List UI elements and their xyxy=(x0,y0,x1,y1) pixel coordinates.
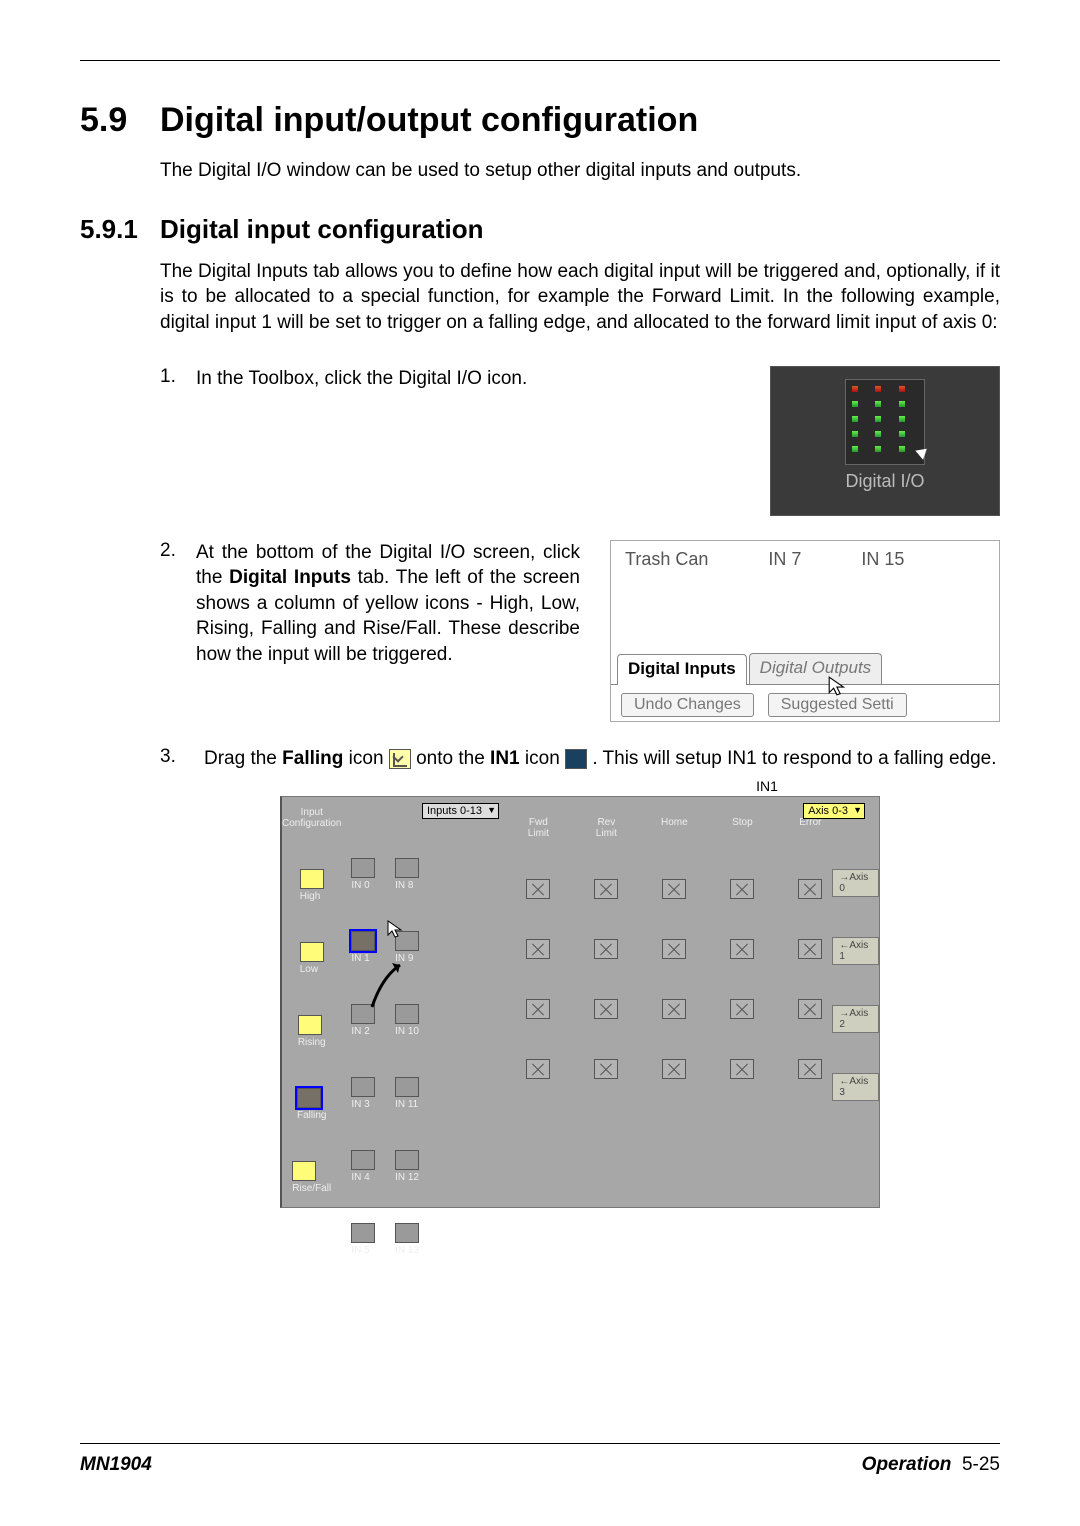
step1-text: In the Toolbox, click the Digital I/O ic… xyxy=(196,366,580,392)
col-in15: IN 15 xyxy=(861,549,904,570)
step3-number: 3. xyxy=(160,746,184,768)
input-in3[interactable] xyxy=(351,1077,375,1097)
falling-edge-icon xyxy=(389,749,411,769)
fn-cell[interactable] xyxy=(662,1059,686,1079)
fn-cell[interactable] xyxy=(730,999,754,1019)
cursor-icon xyxy=(386,919,406,939)
type-high-icon[interactable] xyxy=(300,869,324,889)
fn-cell[interactable] xyxy=(730,939,754,959)
fn-cell[interactable] xyxy=(594,939,618,959)
step2-number: 2. xyxy=(160,540,184,562)
subsection-heading: 5.9.1Digital input configuration xyxy=(80,214,1000,245)
axis2-button[interactable]: →Axis 2 xyxy=(832,1005,879,1033)
tab-digital-outputs[interactable]: Digital Outputs xyxy=(749,653,883,684)
tab-digital-inputs[interactable]: Digital Inputs xyxy=(617,654,747,685)
fn-cell[interactable] xyxy=(662,879,686,899)
section-intro: The Digital I/O window can be used to se… xyxy=(160,158,1000,184)
fn-cell[interactable] xyxy=(526,999,550,1019)
digital-io-tabs-screenshot: Trash Can IN 7 IN 15 Digital Inputs Digi… xyxy=(610,540,1000,722)
fn-cell[interactable] xyxy=(526,879,550,899)
type-risefall-icon[interactable] xyxy=(292,1161,316,1181)
subsection-intro: The Digital Inputs tab allows you to def… xyxy=(160,259,1000,336)
inputs-range-dropdown[interactable]: Inputs 0-13 xyxy=(422,803,499,819)
drag-arrow-icon xyxy=(362,957,422,1017)
col-in7: IN 7 xyxy=(768,549,801,570)
fn-cell[interactable] xyxy=(526,939,550,959)
step2-text: At the bottom of the Digital I/O screen,… xyxy=(196,540,580,668)
digital-inputs-config-screenshot: Input Configuration High Low Rising Fall… xyxy=(280,796,880,1208)
subsection-number: 5.9.1 xyxy=(80,214,160,245)
step3-text: Drag the Falling icon onto the IN1 icon … xyxy=(204,746,1000,797)
axis-range-dropdown[interactable]: Axis 0-3 xyxy=(803,803,865,819)
fn-cell[interactable] xyxy=(798,879,822,899)
fn-cell[interactable] xyxy=(798,939,822,959)
subsection-title: Digital input configuration xyxy=(160,214,484,244)
fn-cell[interactable] xyxy=(594,1059,618,1079)
fn-cell[interactable] xyxy=(662,999,686,1019)
input-in11[interactable] xyxy=(395,1077,419,1097)
undo-changes-button[interactable]: Undo Changes xyxy=(621,693,754,717)
fn-cell[interactable] xyxy=(594,879,618,899)
fn-cell[interactable] xyxy=(526,1059,550,1079)
input-in8[interactable] xyxy=(395,858,419,878)
input-in1[interactable] xyxy=(351,931,375,951)
fn-cell[interactable] xyxy=(730,879,754,899)
input-in0[interactable] xyxy=(351,858,375,878)
page-footer: MN1904 Operation 5-25 xyxy=(80,1443,1000,1476)
step1-number: 1. xyxy=(160,366,184,388)
footer-section: Operation xyxy=(862,1454,952,1475)
hdr-input-config: Input Configuration xyxy=(282,807,341,829)
type-falling-icon[interactable] xyxy=(297,1088,321,1108)
section-heading: 5.9Digital input/output configuration xyxy=(80,101,1000,140)
axis1-button[interactable]: ←Axis 1 xyxy=(832,937,879,965)
fn-cell[interactable] xyxy=(594,999,618,1019)
section-number: 5.9 xyxy=(80,101,160,140)
axis3-button[interactable]: ←Axis 3 xyxy=(832,1073,879,1101)
axis0-button[interactable]: →Axis 0 xyxy=(832,869,879,897)
cursor-icon xyxy=(827,675,849,703)
fn-cell[interactable] xyxy=(798,999,822,1019)
input-in5[interactable] xyxy=(351,1223,375,1243)
col-trash: Trash Can xyxy=(625,549,708,570)
input-in13[interactable] xyxy=(395,1223,419,1243)
cursor-icon xyxy=(915,444,930,460)
fn-cell[interactable] xyxy=(662,939,686,959)
footer-page: 5-25 xyxy=(962,1454,1000,1475)
in1-caption: IN1 xyxy=(534,777,1000,796)
digital-io-label: Digital I/O xyxy=(845,471,924,492)
in1-slot-icon xyxy=(565,749,587,769)
type-low-icon[interactable] xyxy=(300,942,324,962)
fn-cell[interactable] xyxy=(798,1059,822,1079)
input-in4[interactable] xyxy=(351,1150,375,1170)
footer-doc-id: MN1904 xyxy=(80,1454,152,1476)
fn-cell[interactable] xyxy=(730,1059,754,1079)
input-in12[interactable] xyxy=(395,1150,419,1170)
digital-io-toolbox-icon[interactable]: Digital I/O xyxy=(770,366,1000,516)
section-title: Digital input/output configuration xyxy=(160,101,698,139)
type-rising-icon[interactable] xyxy=(298,1015,322,1035)
digital-io-chip-icon xyxy=(845,379,925,465)
